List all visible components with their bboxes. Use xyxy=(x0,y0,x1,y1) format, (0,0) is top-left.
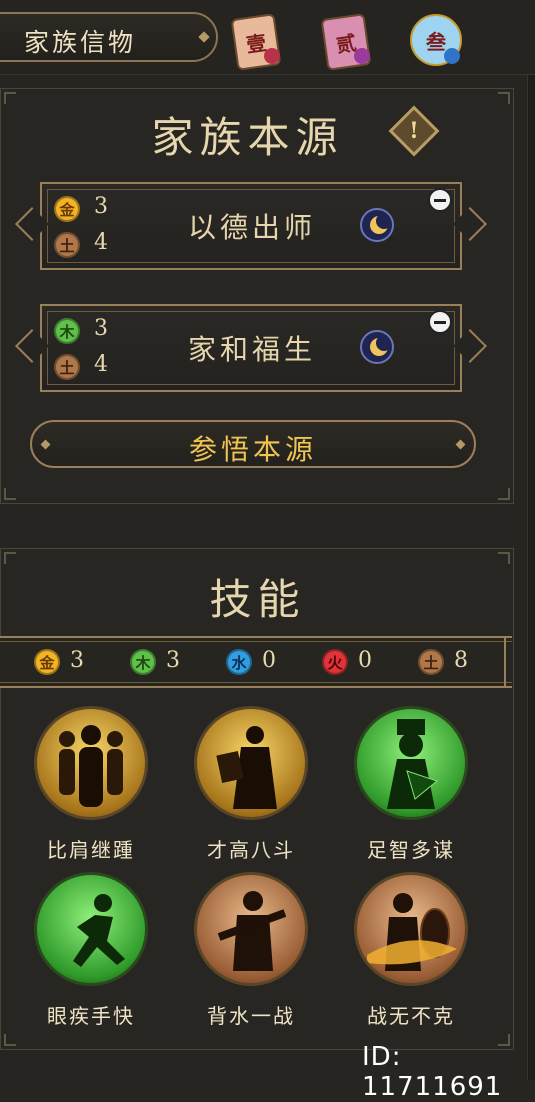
skill-bijian-jizhong[interactable]: 比肩继踵 xyxy=(26,706,156,866)
element-tally-bar: 金 3 木 3 水 0 火 0 土 8 xyxy=(0,636,512,688)
token-bead-icon xyxy=(444,48,460,64)
warrior-silhouette-icon xyxy=(194,872,308,986)
family-source-title: 家族本源 xyxy=(151,113,344,162)
source-name: 以德出师 xyxy=(187,211,316,244)
skill-name: 才高八斗 xyxy=(207,838,295,862)
earth-element-icon: 土 xyxy=(418,649,444,675)
comprehend-source-button[interactable]: 参悟本源 xyxy=(30,420,476,468)
remove-button[interactable] xyxy=(428,310,452,334)
runner-silhouette-icon xyxy=(34,872,148,986)
source-row-1[interactable]: 金 3 土 4 以德出师 xyxy=(15,182,487,270)
top-bar: 家族信物 壹 贰 叁 xyxy=(0,0,535,75)
metal-total: 3 xyxy=(70,648,84,673)
family-keepsake-title: 家族信物 xyxy=(24,28,137,57)
remove-button[interactable] xyxy=(428,188,452,212)
skill-name: 背水一战 xyxy=(207,1004,295,1028)
crowd-silhouette-icon xyxy=(34,706,148,820)
token-1[interactable]: 壹 xyxy=(226,10,284,71)
corner-ornament xyxy=(4,92,16,104)
token-bead-icon xyxy=(354,48,370,64)
earth-count: 4 xyxy=(94,230,108,255)
right-edge-strip xyxy=(527,0,535,1080)
skill-beishui-yizhan[interactable]: 背水一战 xyxy=(186,872,316,1032)
corner-ornament xyxy=(498,552,510,564)
water-element-icon: 水 xyxy=(226,649,252,675)
shield-warrior-icon xyxy=(354,872,468,986)
token-3[interactable]: 叁 xyxy=(406,10,464,68)
corner-ornament xyxy=(4,1034,16,1046)
tab-diamond-ornament xyxy=(198,31,210,43)
token-bead-icon xyxy=(264,48,280,64)
skill-name: 足智多谋 xyxy=(367,838,455,862)
comprehend-source-label: 参悟本源 xyxy=(188,433,317,466)
metal-count: 3 xyxy=(94,194,108,219)
wood-element-icon: 木 xyxy=(130,649,156,675)
corner-ornament xyxy=(4,488,16,500)
tally-end-cap xyxy=(504,638,512,686)
fire-total: 0 xyxy=(358,648,372,673)
scholar-silhouette-icon xyxy=(194,706,308,820)
earth-element-icon: 土 xyxy=(54,354,80,380)
wood-element-icon: 木 xyxy=(54,318,80,344)
metal-element-icon: 金 xyxy=(54,196,80,222)
earth-count: 4 xyxy=(94,352,108,377)
strategist-silhouette-icon xyxy=(354,706,468,820)
skill-caigao-badou[interactable]: 才高八斗 xyxy=(186,706,316,866)
moon-icon xyxy=(360,208,394,242)
moon-icon xyxy=(360,330,394,364)
id-watermark: ID: 11711691 xyxy=(362,1042,503,1102)
skill-name: 比肩继踵 xyxy=(47,838,135,862)
skill-name: 战无不克 xyxy=(367,1004,455,1028)
skill-zhanwu-buke[interactable]: 战无不克 xyxy=(346,872,476,1032)
earth-element-icon: 土 xyxy=(54,232,80,258)
token-2[interactable]: 贰 xyxy=(316,10,374,71)
exclamation-icon: ! xyxy=(409,118,419,144)
source-row-2[interactable]: 木 3 土 4 家和福生 xyxy=(15,304,487,392)
skill-yanji-shoukuai[interactable]: 眼疾手快 xyxy=(26,872,156,1032)
family-keepsake-tab[interactable]: 家族信物 xyxy=(0,12,218,62)
water-total: 0 xyxy=(262,648,276,673)
corner-ornament xyxy=(498,488,510,500)
wood-count: 3 xyxy=(94,316,108,341)
earth-total: 8 xyxy=(454,648,468,673)
metal-element-icon: 金 xyxy=(34,649,60,675)
corner-ornament xyxy=(498,92,510,104)
corner-ornament xyxy=(4,552,16,564)
skill-zuzhi-duomou[interactable]: 足智多谋 xyxy=(346,706,476,866)
wood-total: 3 xyxy=(166,648,180,673)
fire-element-icon: 火 xyxy=(322,649,348,675)
skill-name: 眼疾手快 xyxy=(47,1004,135,1028)
skills-title: 技能 xyxy=(209,575,306,624)
source-name: 家和福生 xyxy=(187,333,316,366)
